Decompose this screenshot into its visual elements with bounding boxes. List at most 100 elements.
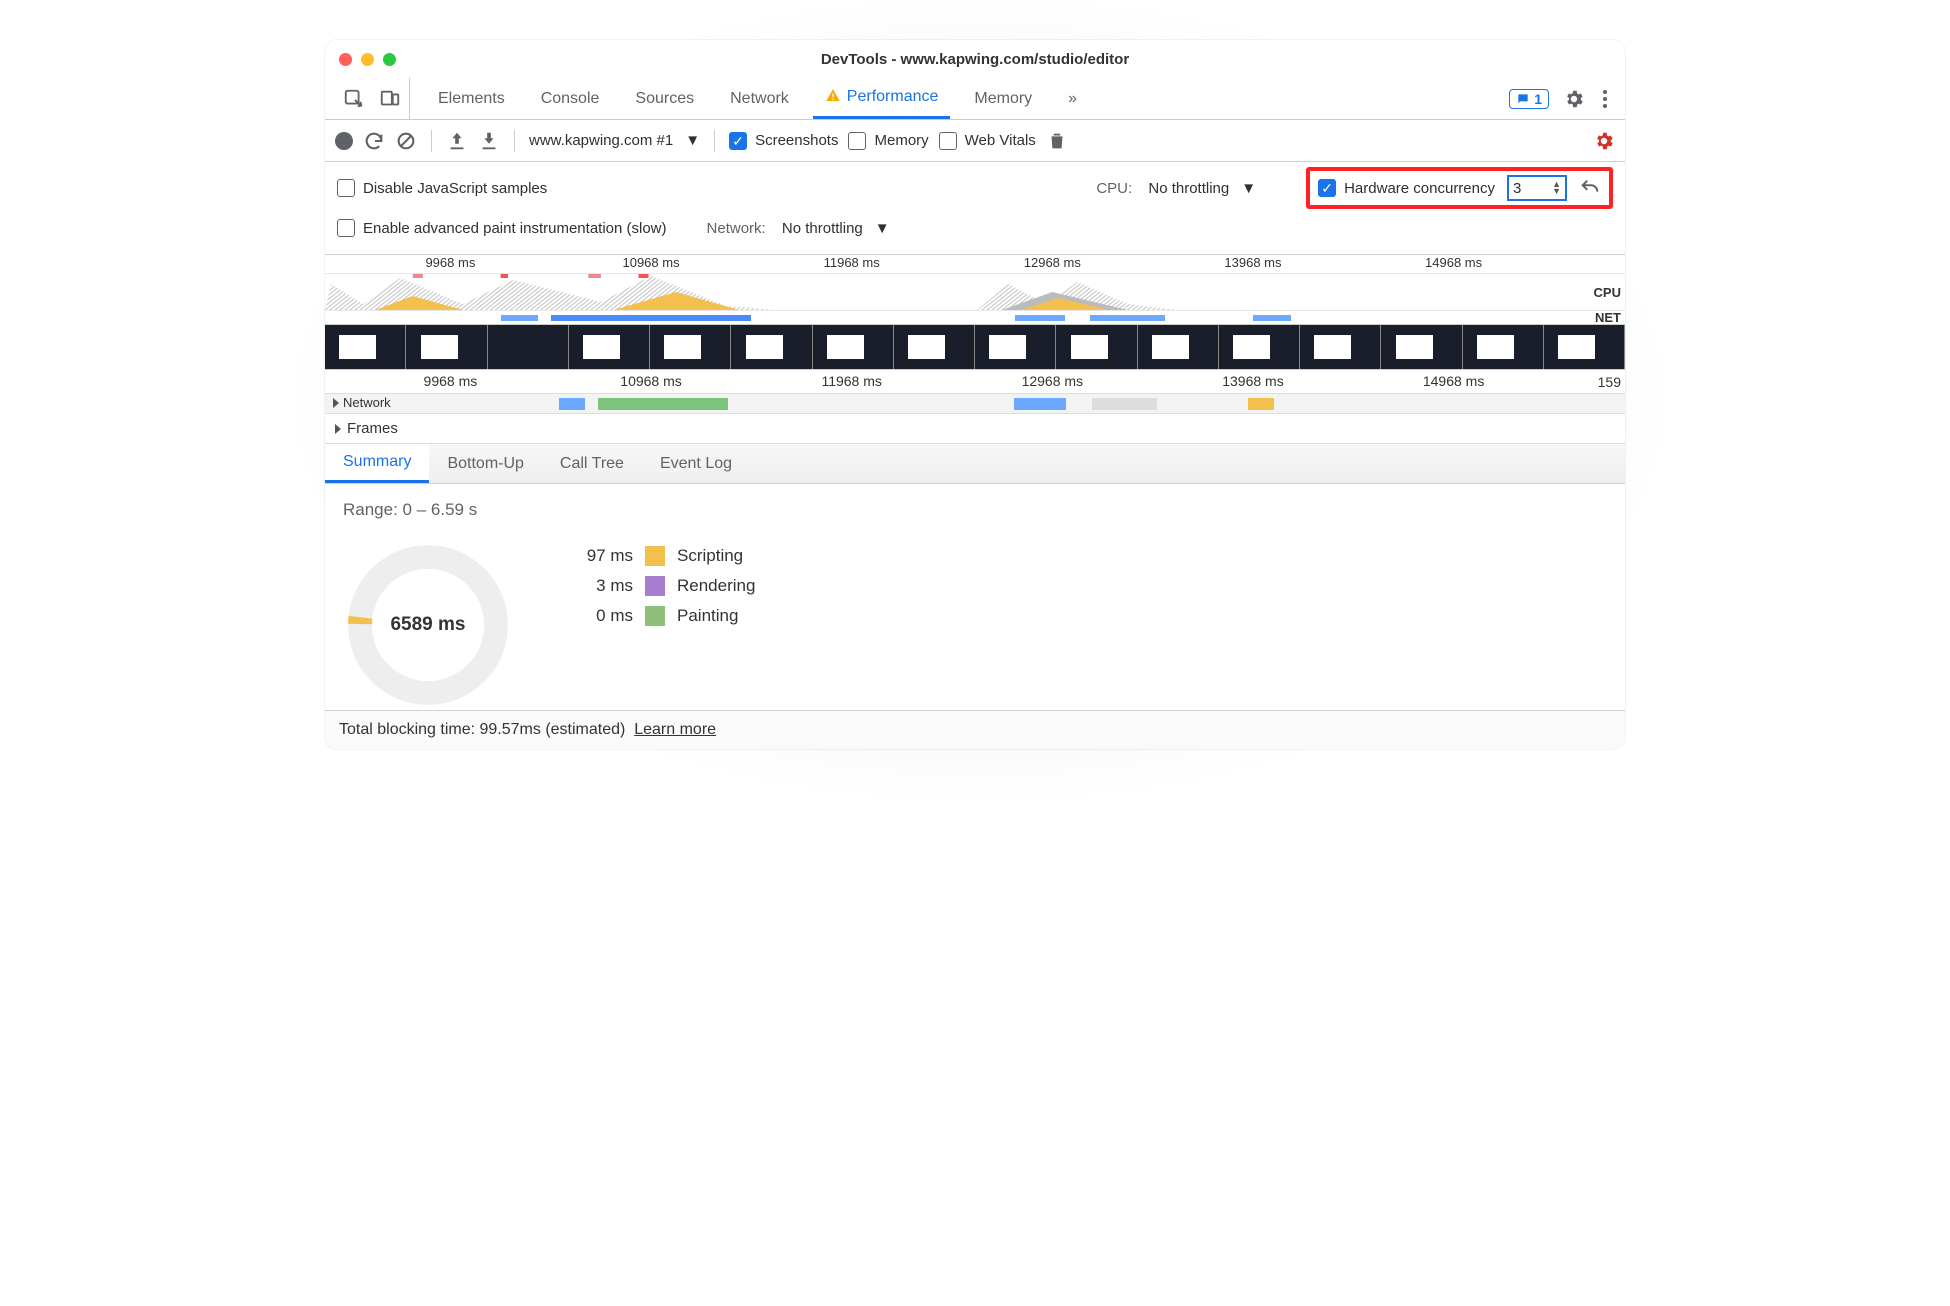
legend-name: Painting (677, 606, 738, 626)
tab-label: Network (730, 90, 789, 108)
badge-count: 1 (1534, 91, 1542, 107)
more-menu-icon[interactable] (1599, 86, 1611, 112)
tab-memory[interactable]: Memory (962, 78, 1044, 119)
tab-label: Bottom-Up (447, 455, 523, 473)
undo-icon[interactable] (1579, 177, 1601, 199)
filmstrip-frame[interactable] (1544, 325, 1625, 369)
filmstrip-frame[interactable] (1219, 325, 1300, 369)
screenshot-filmstrip[interactable] (325, 324, 1625, 370)
overview-ruler: 9968 ms 10968 ms 11968 ms 12968 ms 13968… (325, 255, 1625, 274)
hw-concurrency-value: 3 (1513, 180, 1521, 197)
hardware-concurrency-input[interactable]: 3 ▲▼ (1507, 175, 1567, 201)
disable-js-label: Disable JavaScript samples (363, 180, 547, 197)
tab-label: Memory (974, 90, 1032, 108)
network-value: No throttling (782, 220, 863, 237)
tab-label: Event Log (660, 455, 732, 473)
cpu-overview[interactable] (325, 274, 1579, 310)
clear-button[interactable] (395, 130, 417, 152)
issues-badge[interactable]: 1 (1509, 89, 1549, 109)
summary-tab-call-tree[interactable]: Call Tree (542, 444, 642, 483)
save-profile-icon[interactable] (478, 130, 500, 152)
ruler-tick: 10968 ms (620, 373, 681, 389)
filmstrip-frame[interactable] (1300, 325, 1381, 369)
filmstrip-frame[interactable] (488, 325, 569, 369)
legend-value: 97 ms (563, 546, 633, 566)
legend-name: Rendering (677, 576, 755, 596)
summary-legend: 97 ms Scripting 3 ms Rendering 0 ms Pain… (563, 546, 755, 626)
screenshots-checkbox[interactable]: Screenshots (729, 132, 838, 150)
ruler-tick: 14968 ms (1423, 373, 1484, 389)
legend-row-scripting: 97 ms Scripting (563, 546, 755, 566)
network-track[interactable]: Network (325, 394, 1625, 414)
window-title: DevTools - www.kapwing.com/studio/editor (325, 51, 1625, 68)
legend-swatch (645, 576, 665, 596)
summary-donut: 6589 ms (343, 540, 513, 710)
reload-record-button[interactable] (363, 130, 385, 152)
ruler-tick-end: 159 (1579, 374, 1625, 390)
ruler-tick: 9968 ms (425, 255, 475, 270)
filmstrip-frame[interactable] (1381, 325, 1462, 369)
memory-label: Memory (874, 132, 928, 149)
summary-tab-bottom-up[interactable]: Bottom-Up (429, 444, 541, 483)
net-overview[interactable] (325, 311, 1579, 324)
summary-tabs: Summary Bottom-Up Call Tree Event Log (325, 444, 1625, 484)
tab-elements[interactable]: Elements (426, 78, 517, 119)
cpu-throttle-select[interactable]: CPU: No throttling ▼ (1096, 180, 1256, 197)
frames-track[interactable]: Frames (325, 414, 1625, 444)
load-profile-icon[interactable] (446, 130, 468, 152)
target-selector[interactable]: www.kapwing.com #1 ▼ (529, 132, 700, 149)
filmstrip-frame[interactable] (975, 325, 1056, 369)
settings-icon[interactable] (1563, 88, 1585, 110)
stepper-icon[interactable]: ▲▼ (1552, 181, 1561, 195)
more-tabs-button[interactable]: » (1056, 78, 1089, 119)
capture-settings-icon[interactable] (1593, 130, 1615, 152)
inspect-element-icon[interactable] (343, 88, 365, 110)
tab-label: Summary (343, 453, 411, 471)
summary-tab-event-log[interactable]: Event Log (642, 444, 750, 483)
network-throttle-select[interactable]: Network: No throttling ▼ (707, 220, 890, 237)
disable-js-samples-checkbox[interactable]: Disable JavaScript samples (337, 179, 547, 197)
filmstrip-frame[interactable] (325, 325, 406, 369)
expand-icon[interactable] (335, 424, 341, 434)
filmstrip-frame[interactable] (406, 325, 487, 369)
filmstrip-frame[interactable] (569, 325, 650, 369)
summary-tab-summary[interactable]: Summary (325, 444, 429, 483)
filmstrip-frame[interactable] (731, 325, 812, 369)
tab-label: Performance (847, 88, 939, 106)
device-toolbar-icon[interactable] (379, 88, 401, 110)
range-label: Range: 0 – 6.59 s (343, 500, 1607, 520)
filmstrip-frame[interactable] (650, 325, 731, 369)
tab-sources[interactable]: Sources (623, 78, 706, 119)
filmstrip-frame[interactable] (813, 325, 894, 369)
tab-console[interactable]: Console (529, 78, 612, 119)
net-track-label: NET (1579, 310, 1625, 325)
tab-network[interactable]: Network (718, 78, 801, 119)
hardware-concurrency-checkbox[interactable]: Hardware concurrency (1318, 179, 1495, 197)
tab-performance[interactable]: Performance (813, 78, 951, 119)
gc-icon[interactable] (1046, 130, 1068, 152)
summary-footer: Total blocking time: 99.57ms (estimated)… (325, 710, 1625, 749)
webvitals-checkbox[interactable]: Web Vitals (939, 132, 1036, 150)
expand-icon[interactable] (333, 398, 339, 408)
filmstrip-frame[interactable] (1056, 325, 1137, 369)
memory-checkbox[interactable]: Memory (848, 132, 928, 150)
cpu-value: No throttling (1148, 180, 1229, 197)
detail-ruler: 9968 ms 10968 ms 11968 ms 12968 ms 13968… (325, 370, 1625, 394)
tab-label: Elements (438, 90, 505, 108)
filmstrip-frame[interactable] (1138, 325, 1219, 369)
ruler-tick: 12968 ms (1024, 255, 1081, 270)
learn-more-link[interactable]: Learn more (634, 721, 716, 738)
webvitals-label: Web Vitals (965, 132, 1036, 149)
enable-paint-checkbox[interactable]: Enable advanced paint instrumentation (s… (337, 219, 667, 237)
ruler-tick: 11968 ms (824, 255, 880, 270)
target-label: www.kapwing.com #1 (529, 132, 673, 149)
ruler-tick: 10968 ms (622, 255, 679, 270)
cpu-label: CPU: (1096, 180, 1132, 197)
warning-icon (825, 87, 841, 108)
filmstrip-frame[interactable] (894, 325, 975, 369)
record-button[interactable] (335, 132, 353, 150)
overview-timeline[interactable]: 9968 ms 10968 ms 11968 ms 12968 ms 13968… (325, 255, 1625, 444)
ruler-tick: 12968 ms (1022, 373, 1083, 389)
filmstrip-frame[interactable] (1463, 325, 1544, 369)
frames-track-label: Frames (347, 420, 398, 437)
